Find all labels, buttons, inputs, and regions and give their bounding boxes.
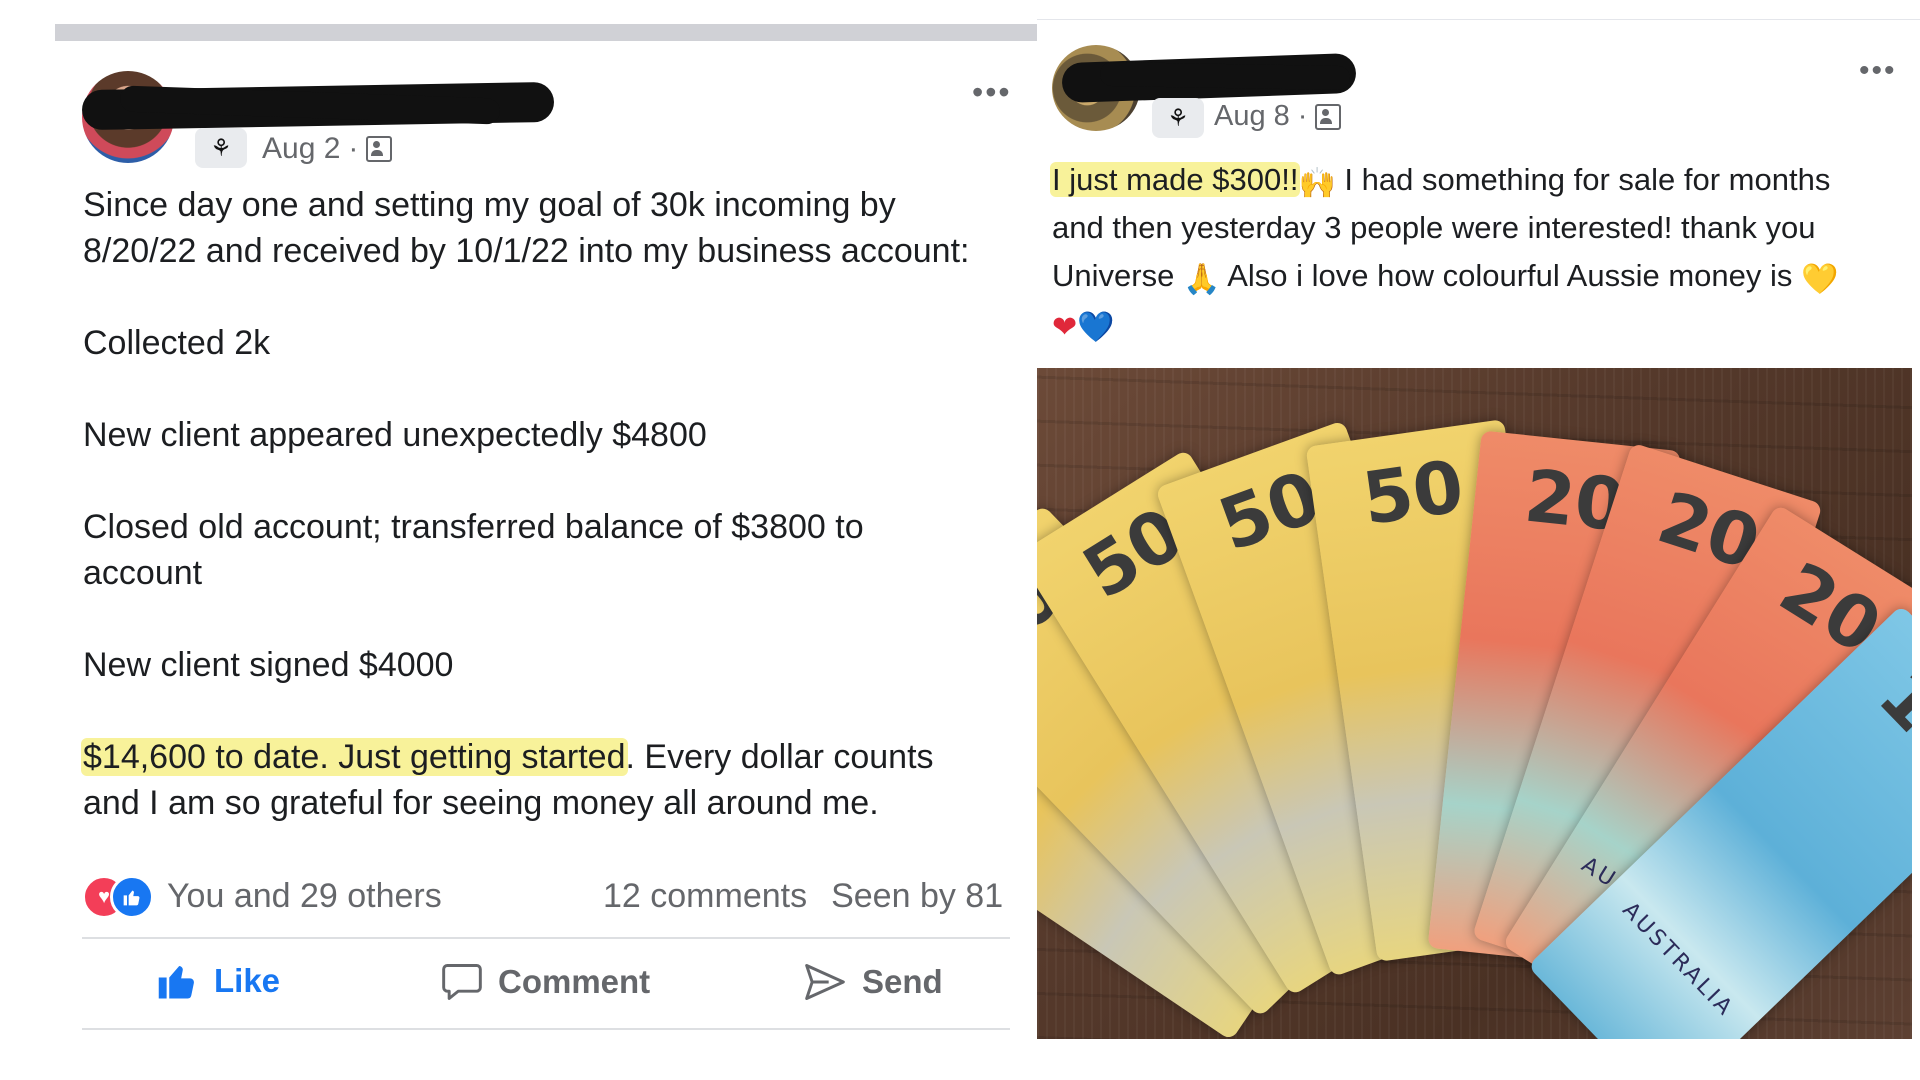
members-privacy-icon — [366, 136, 393, 162]
send-icon — [805, 964, 845, 1000]
action-divider-top — [82, 937, 1010, 939]
thumbs-up-icon — [158, 965, 194, 999]
sprout-icon[interactable]: ⚘ — [195, 128, 247, 168]
more-options-button[interactable]: ••• — [1859, 56, 1897, 86]
post-date[interactable]: Aug 8 — [1214, 100, 1290, 133]
post-text-line: Universe 🙏 Also i love how colourful Aus… — [1052, 252, 1912, 300]
left-post: ⚘ Aug 2 · ••• Since day one and setting … — [0, 0, 1030, 1080]
comment-label: Comment — [498, 963, 651, 1000]
reaction-icons[interactable]: ♥ — [82, 875, 158, 919]
comment-count[interactable]: 12 comments — [603, 877, 807, 916]
like-button[interactable]: Like — [156, 960, 280, 1002]
right-divider-line — [1037, 19, 1920, 20]
post-text-fragment: Universe — [1052, 258, 1183, 293]
post-text-line: New client appeared unexpectedly $4800 — [83, 416, 707, 454]
members-privacy-icon — [1315, 103, 1342, 130]
post-date[interactable]: Aug 2 — [262, 132, 340, 166]
post-text-line: Since day one and setting my goal of 30k… — [83, 186, 896, 224]
post-text-line: and I am so grateful for seeing money al… — [83, 784, 879, 822]
red-heart-icon: ❤ — [1052, 311, 1078, 344]
post-text-fragment: Also i love how colourful Aussie money i… — [1220, 258, 1801, 293]
meta-separator: · — [1297, 100, 1308, 132]
action-divider-bottom — [82, 1028, 1010, 1030]
yellow-heart-icon: 💛 — [1800, 263, 1839, 296]
post-text-line: and then yesterday 3 people were interes… — [1052, 210, 1816, 245]
highlighted-text: I just made $300!! — [1050, 162, 1301, 197]
raising-hands-icon: 🙌 — [1298, 167, 1336, 200]
more-options-button[interactable]: ••• — [972, 76, 1012, 108]
post-text-line: I just made $300!!🙌 I had something for … — [1050, 156, 1912, 204]
comment-button[interactable]: Comment — [440, 960, 650, 1004]
like-label: Like — [214, 962, 281, 999]
post-text-line: Closed old account; transferred balance … — [83, 508, 864, 546]
post-meta: Aug 8 · — [1214, 100, 1342, 133]
send-button[interactable]: Send — [802, 960, 943, 1004]
post-text-fragment: I had something for sale for months — [1335, 162, 1831, 197]
blue-heart-icon: 💙 — [1077, 311, 1115, 344]
post-text-line: ❤💙 — [1052, 300, 1912, 348]
post-stats: 12 comments Seen by 81 — [603, 877, 1003, 916]
post-text-line: 8/20/22 and received by 10/1/22 into my … — [83, 232, 970, 270]
post-text-line: New client signed $4000 — [83, 646, 454, 684]
redacted-name-overlay — [1099, 61, 1351, 91]
highlighted-text: $14,600 to date. Just getting started — [81, 738, 628, 776]
sprout-icon[interactable]: ⚘ — [1152, 98, 1204, 138]
post-text-line: $14,600 to date. Just getting started. E… — [81, 734, 1023, 780]
post-text-line: Collected 2k — [83, 324, 271, 362]
praying-hands-icon: 🙏 — [1182, 263, 1221, 296]
like-reaction-icon — [110, 875, 154, 919]
post-meta: Aug 2 · — [262, 132, 393, 166]
reaction-summary[interactable]: You and 29 others — [167, 877, 442, 916]
post-photo-banknotes[interactable]: 50 50 50 50 50 20 20 20AUSTRALIA 10AUSTR… — [1037, 368, 1912, 1039]
post-text-line: account — [83, 554, 203, 592]
post-text-fragment: . Every dollar counts — [625, 738, 934, 776]
send-label: Send — [862, 963, 943, 1000]
seen-count[interactable]: Seen by 81 — [831, 877, 1003, 916]
meta-separator: · — [348, 132, 359, 165]
comment-icon — [442, 964, 482, 1000]
post-text: I just made $300!!🙌 I had something for … — [1050, 156, 1912, 348]
